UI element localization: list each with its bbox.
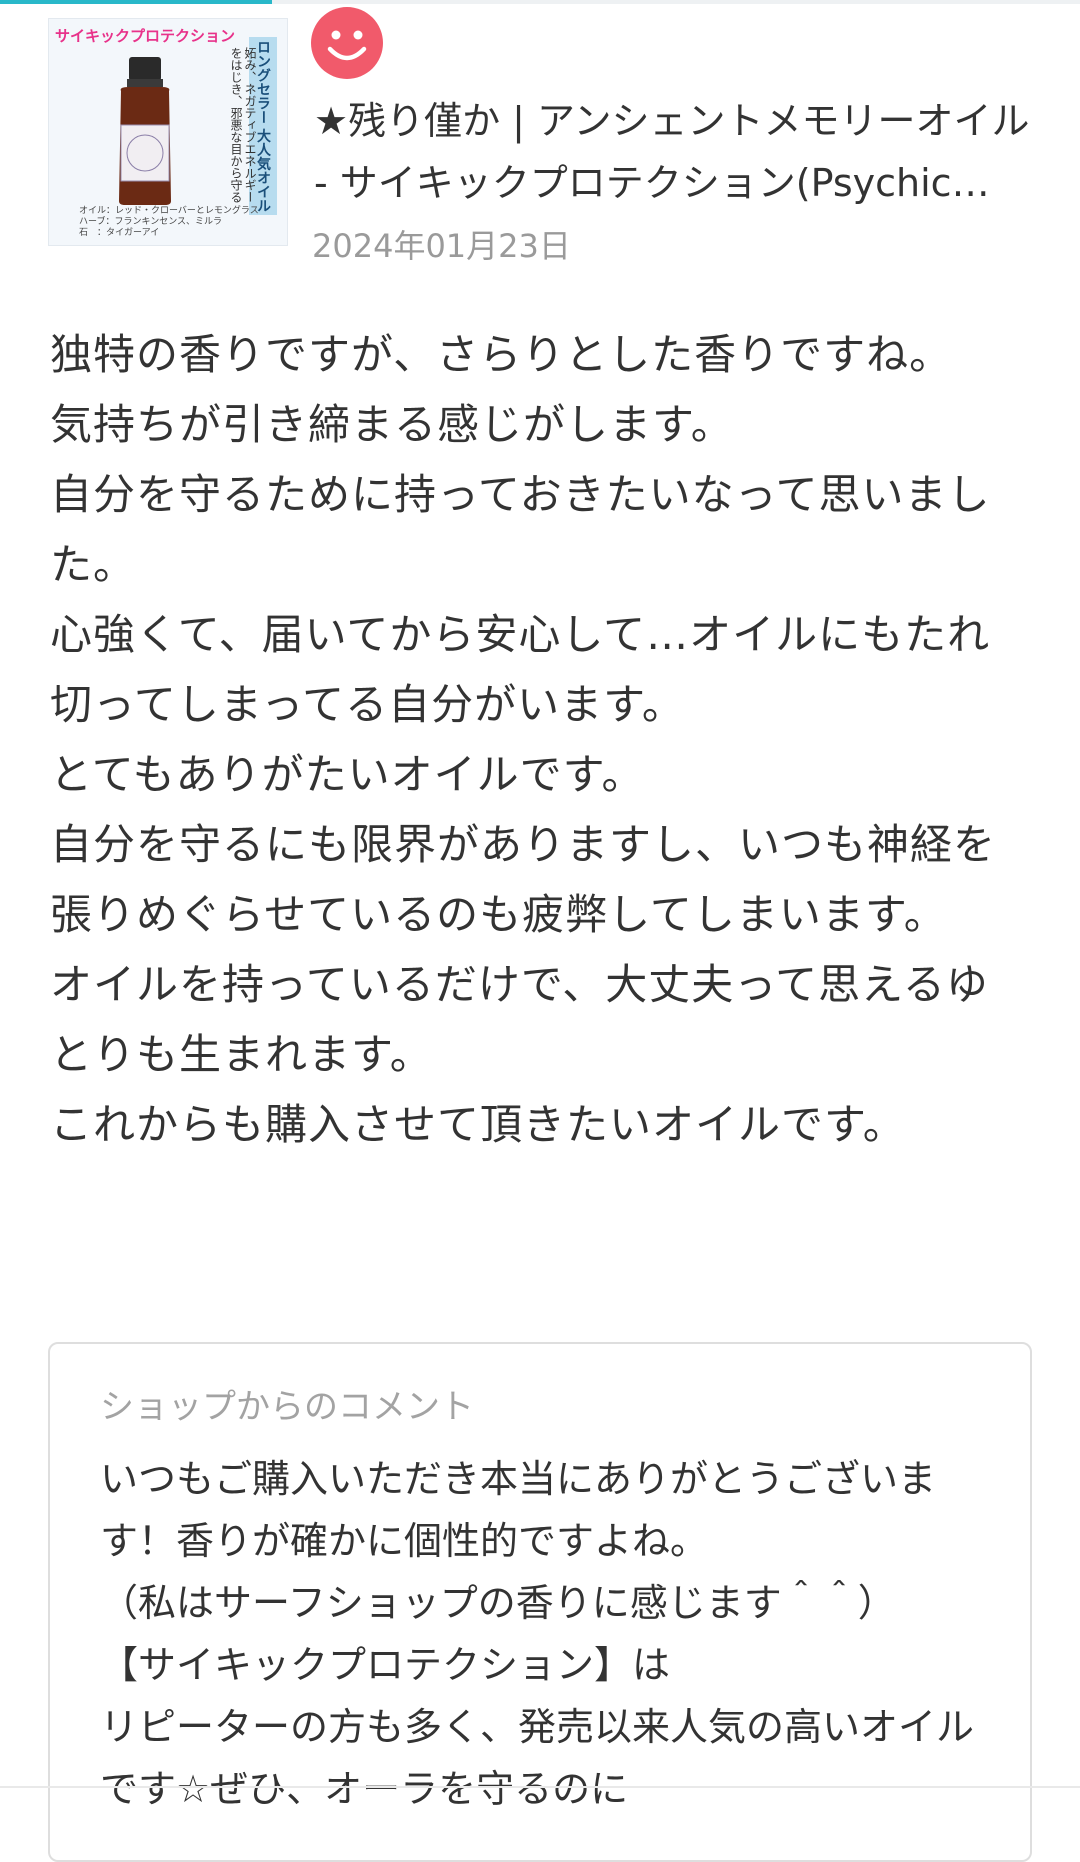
review-line: 気持ちが引き締まる感じがします。 — [50, 400, 734, 449]
shop-comment-text: いつもご購入いただき本当にありがとうございます！香りが確かに個性的ですよね。 （… — [100, 1448, 1000, 1820]
review-line: とてもありがたいオイルです。 — [50, 750, 645, 799]
shop-comment-heading: ショップからのコメント — [100, 1387, 474, 1427]
ingredient-oil: オイル：レッド・クローバーとレモングラス — [79, 206, 259, 216]
ingredient-herb: ハーブ：フランキンセンス、ミルラ — [79, 217, 223, 227]
review-text: 独特の香りですが、さらりとした香りですね。 気持ちが引き締まる感じがします。 自… — [50, 320, 1030, 1160]
item-title-link[interactable]: ★残り僅か | アンシェントメモリーオイル - サイキックプロテクション(Psy… — [314, 90, 1034, 214]
review-line: 自分を守るにも限界がありますし、いつも神経を張りめぐらせているのも疲弊してしまい… — [50, 820, 997, 939]
shop-comment-line: いつもご購入いただき本当にありがとうございます！香りが確かに個性的ですよね。 — [100, 1457, 937, 1563]
shop-comment-line: （私はサーフショップの香りに感じます＾＾） — [100, 1581, 896, 1625]
product-description: 妬み、ネガティブエネルギーをはじき、邪悪な目から守る — [229, 47, 257, 203]
review-line: 心強くて、届いてから安心して…オイルにもたれ切ってしまってる自分がいます。 — [50, 610, 991, 729]
top-progress-bar — [0, 0, 1080, 4]
review-date: 2024年01月23日 — [312, 227, 571, 265]
product-ingredients: オイル：レッド・クローバーとレモングラス ハーブ：フランキンセンス、ミルラ 石 … — [79, 206, 279, 239]
smiley-face-icon — [311, 7, 383, 79]
review-line: 自分を守るために持っておきたいなって思いました。 — [50, 470, 991, 589]
review-line: 独特の香りですが、さらりとした香りですね。 — [50, 330, 953, 379]
ingredient-stone: 石 ：タイガーアイ — [79, 228, 160, 238]
bottom-divider — [0, 1786, 1080, 1788]
product-thumbnail[interactable]: サイキックプロテクション ロングセラー 大人気オイル 妬み、ネガティブエネルギー… — [48, 18, 288, 246]
review-line: オイルを持っているだけで、大丈夫って思えるゆとりも生まれます。 — [50, 960, 989, 1079]
review-line: これからも購入させて頂きたいオイルです。 — [50, 1100, 906, 1149]
top-progress-fill — [0, 0, 272, 4]
shop-comment-line: リピーターの方も多く、発売以来人気の高いオイルです☆ぜひ、オーラを守るのに — [100, 1705, 975, 1811]
shop-comment-line: 【サイキックプロテクション】は — [100, 1643, 671, 1687]
shop-comment-box: ショップからのコメント いつもご購入いただき本当にありがとうございます！香りが確… — [48, 1342, 1032, 1862]
oil-bottle-image — [119, 57, 171, 205]
